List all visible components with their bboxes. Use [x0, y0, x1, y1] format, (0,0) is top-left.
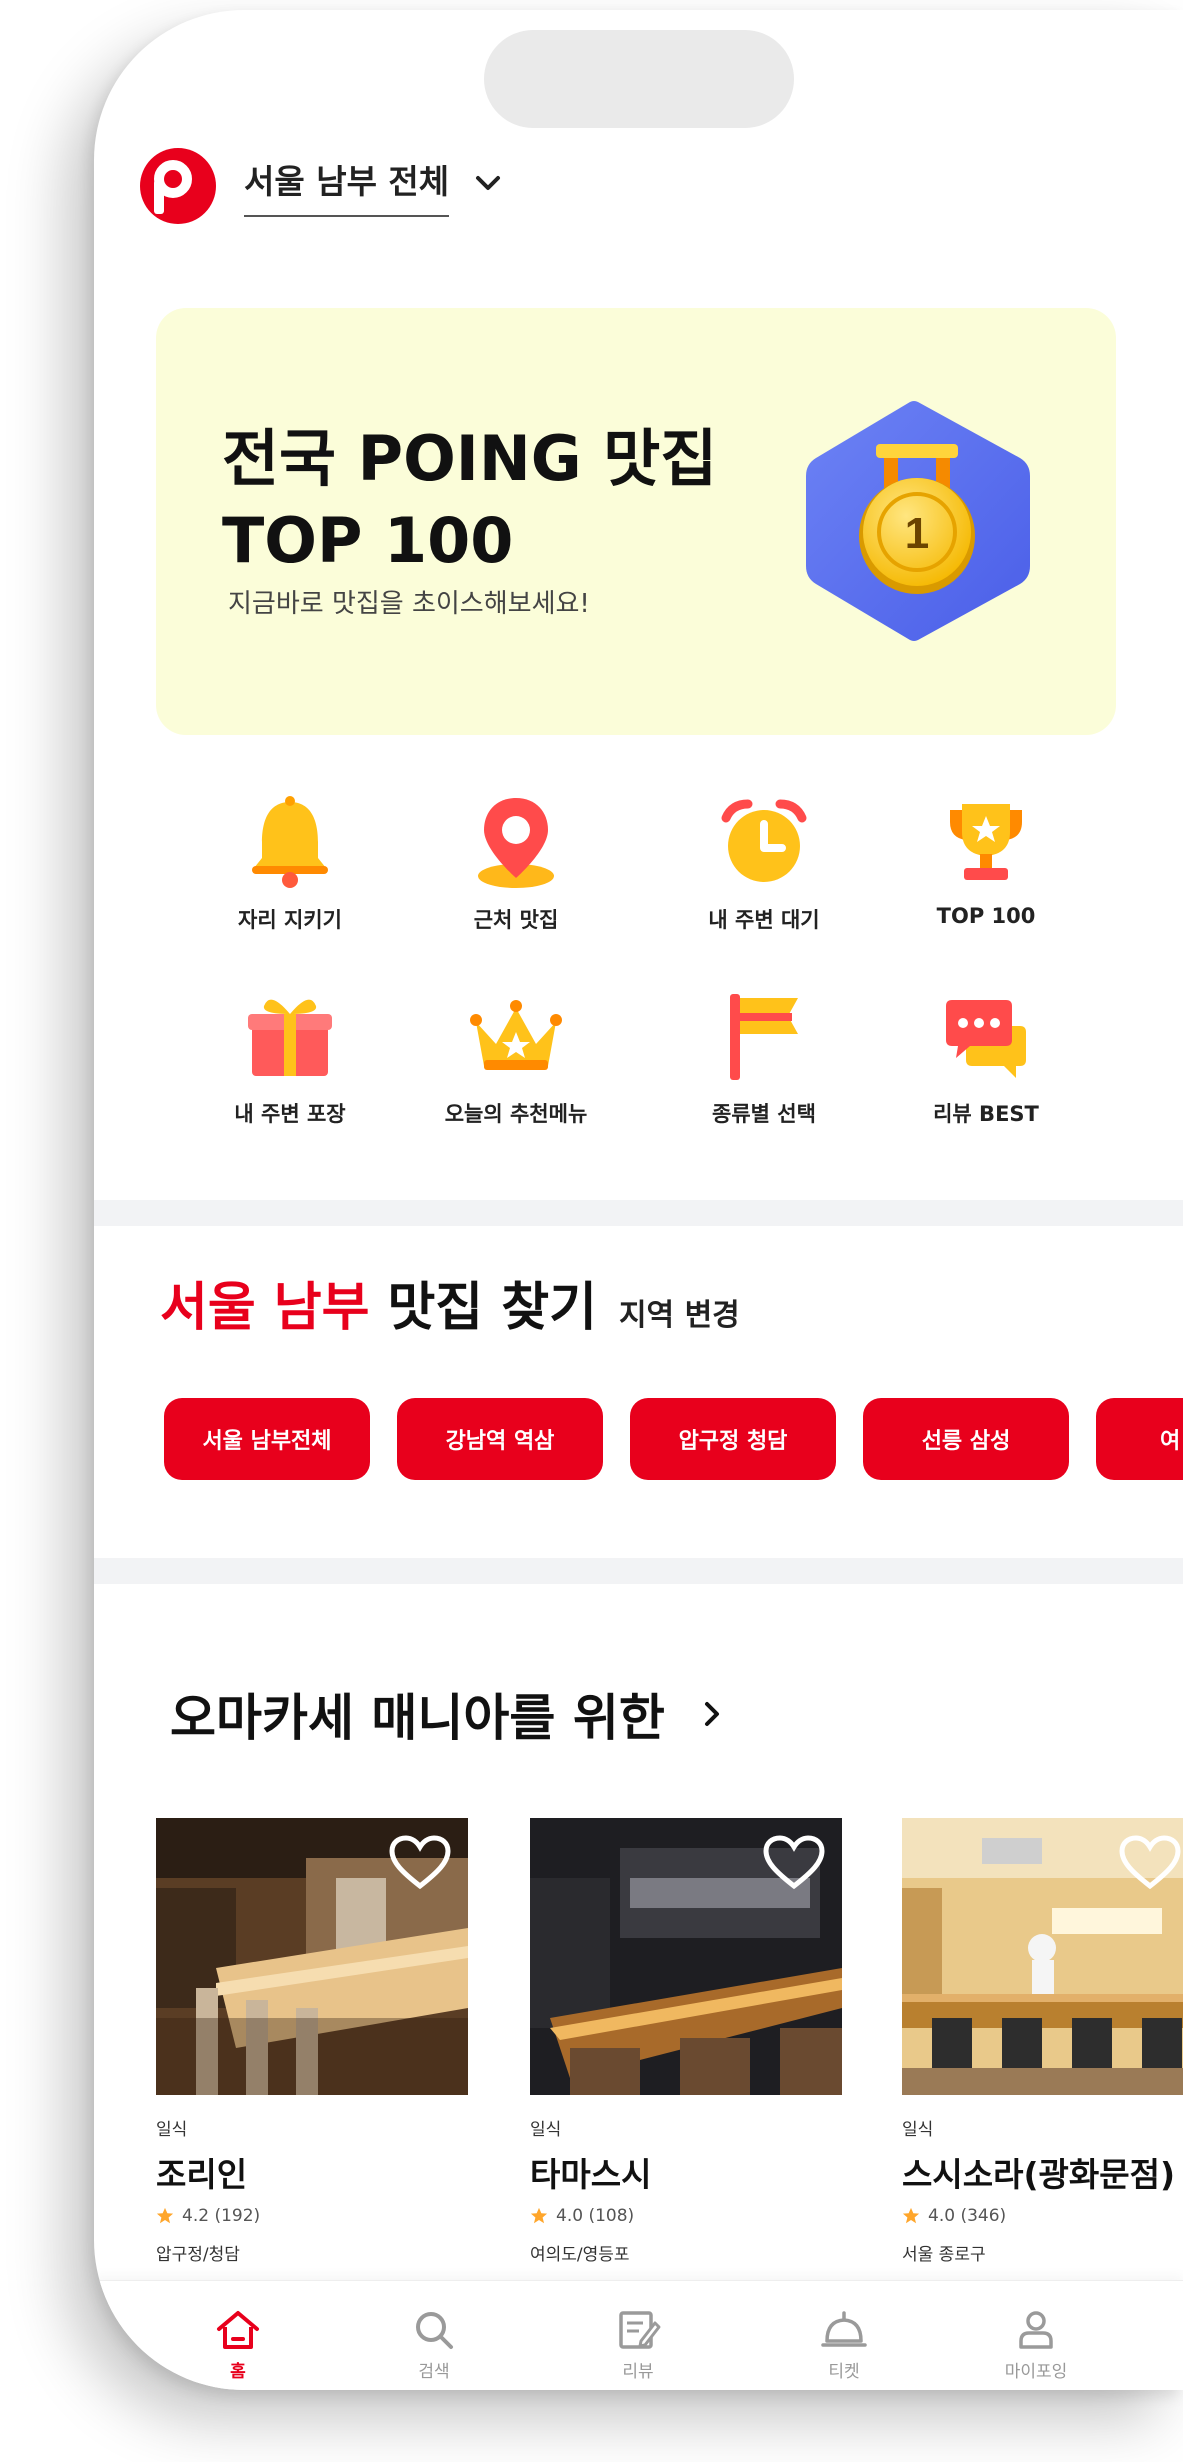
star-icon — [156, 2207, 174, 2224]
restaurant-name: 타마스시 — [530, 2155, 652, 2194]
phone-notch — [484, 30, 794, 128]
restaurant-category: 일식 — [902, 2120, 934, 2140]
phone-screen: 서울 남부 전체 전국 POING 맛집 TOP 100 지금바로 맛집을 초이… — [94, 10, 1183, 2390]
star-icon — [902, 2207, 920, 2224]
heart-icon[interactable] — [388, 1834, 452, 1890]
menu-item-by-type[interactable]: 종류별 선택 — [664, 986, 864, 1128]
region-chip[interactable]: 압구정 청담 — [630, 1398, 836, 1480]
nav-review[interactable]: 리뷰 — [578, 2309, 698, 2382]
region-chip[interactable]: 선릉 삼성 — [863, 1398, 1069, 1480]
chat-bubble-icon — [946, 1000, 1026, 1078]
search-icon — [416, 2312, 453, 2349]
banner-subtitle: 지금바로 맛집을 초이스해보세요! — [228, 589, 590, 619]
menu-item-top100[interactable]: TOP 100 — [886, 792, 1086, 928]
gift-box-icon — [248, 999, 332, 1076]
region-section-heading: 서울 남부 맛집 찾기 지역 변경 — [160, 1265, 740, 1340]
trophy-icon — [950, 804, 1022, 880]
app-header: 서울 남부 전체 — [140, 148, 501, 224]
restaurant-location: 서울 종로구 — [902, 2245, 986, 2265]
change-region-link[interactable]: 지역 변경 — [619, 1290, 740, 1334]
flag-icon — [730, 994, 798, 1080]
region-selector-label: 서울 남부 전체 — [244, 155, 450, 217]
restaurant-card[interactable]: 일식 스시소라(광화문점) 4.0 (346) 서울 종로구 — [902, 1818, 1183, 2265]
bottom-navigation: 홈 검색 리뷰 티켓 마이포잉 — [94, 2280, 1183, 2390]
star-icon — [530, 2207, 548, 2224]
restaurant-photo — [530, 1818, 842, 2095]
restaurant-card[interactable]: 일식 타마스시 4.0 (108) 여의도/영등포 — [530, 1818, 842, 2265]
restaurant-category: 일식 — [530, 2120, 562, 2140]
section-divider — [94, 1200, 1183, 1226]
omakase-section-header[interactable]: 오마카세 매니아를 위한 — [170, 1678, 721, 1750]
section-divider — [94, 1558, 1183, 1584]
svg-text:1: 1 — [905, 509, 929, 558]
location-pin-icon — [478, 798, 554, 888]
alarm-clock-icon — [721, 799, 807, 882]
nav-home[interactable]: 홈 — [178, 2309, 298, 2382]
restaurant-name: 조리인 — [156, 2155, 248, 2194]
restaurant-card[interactable]: 일식 조리인 4.2 (192) 압구정/청담 — [156, 1818, 468, 2265]
restaurant-location: 압구정/청담 — [156, 2245, 240, 2265]
person-icon — [1019, 2311, 1053, 2349]
restaurant-photo — [902, 1818, 1183, 2095]
restaurant-category: 일식 — [156, 2120, 188, 2140]
menu-item-seat-keep[interactable]: 자리 지키기 — [190, 792, 390, 934]
banner-title: 전국 POING 맛집 TOP 100 — [222, 422, 718, 577]
restaurant-photo — [156, 1818, 468, 2095]
menu-item-today-pick[interactable]: 오늘의 추천메뉴 — [416, 986, 616, 1128]
bell-icon — [252, 796, 328, 888]
menu-item-nearby[interactable]: 근처 맛집 — [416, 792, 616, 934]
heart-icon[interactable] — [1118, 1834, 1182, 1890]
region-heading-highlight: 서울 남부 — [160, 1278, 370, 1338]
nav-ticket[interactable]: 티켓 — [784, 2309, 904, 2382]
chevron-right-icon — [704, 1702, 719, 1726]
region-chip[interactable]: 강남역 역삼 — [397, 1398, 603, 1480]
restaurant-rating: 4.0 (108) — [530, 2206, 842, 2226]
restaurant-name: 스시소라(광화문점) — [902, 2155, 1176, 2194]
region-chip-list: 서울 남부전체 강남역 역삼 압구정 청담 선릉 삼성 여 — [164, 1398, 1183, 1480]
crown-icon — [470, 1000, 562, 1070]
service-bell-icon — [821, 2311, 867, 2347]
heart-icon[interactable] — [762, 1834, 826, 1890]
top100-banner[interactable]: 전국 POING 맛집 TOP 100 지금바로 맛집을 초이스해보세요! 1 — [156, 308, 1116, 735]
region-selector[interactable]: 서울 남부 전체 — [244, 155, 501, 217]
review-edit-icon — [619, 2311, 661, 2349]
restaurant-location: 여의도/영등포 — [530, 2245, 630, 2265]
region-chip[interactable]: 여 — [1096, 1398, 1183, 1480]
medal-icon: 1 — [806, 401, 1030, 641]
region-chip[interactable]: 서울 남부전체 — [164, 1398, 370, 1480]
menu-item-nearby-wait[interactable]: 내 주변 대기 — [664, 792, 864, 934]
region-heading-rest: 맛집 찾기 — [387, 1278, 597, 1338]
restaurant-rating: 4.2 (192) — [156, 2206, 468, 2226]
menu-item-takeout[interactable]: 내 주변 포장 — [190, 986, 390, 1128]
poing-logo-icon[interactable] — [140, 148, 216, 224]
restaurant-rating: 4.0 (346) — [902, 2206, 1183, 2226]
omakase-section-title: 오마카세 매니아를 위한 — [170, 1689, 665, 1747]
nav-my-poing[interactable]: 마이포잉 — [976, 2309, 1096, 2382]
nav-search[interactable]: 검색 — [374, 2309, 494, 2382]
menu-item-review-best[interactable]: 리뷰 BEST — [886, 986, 1086, 1128]
home-icon — [217, 2311, 259, 2349]
chevron-down-icon — [476, 176, 501, 190]
